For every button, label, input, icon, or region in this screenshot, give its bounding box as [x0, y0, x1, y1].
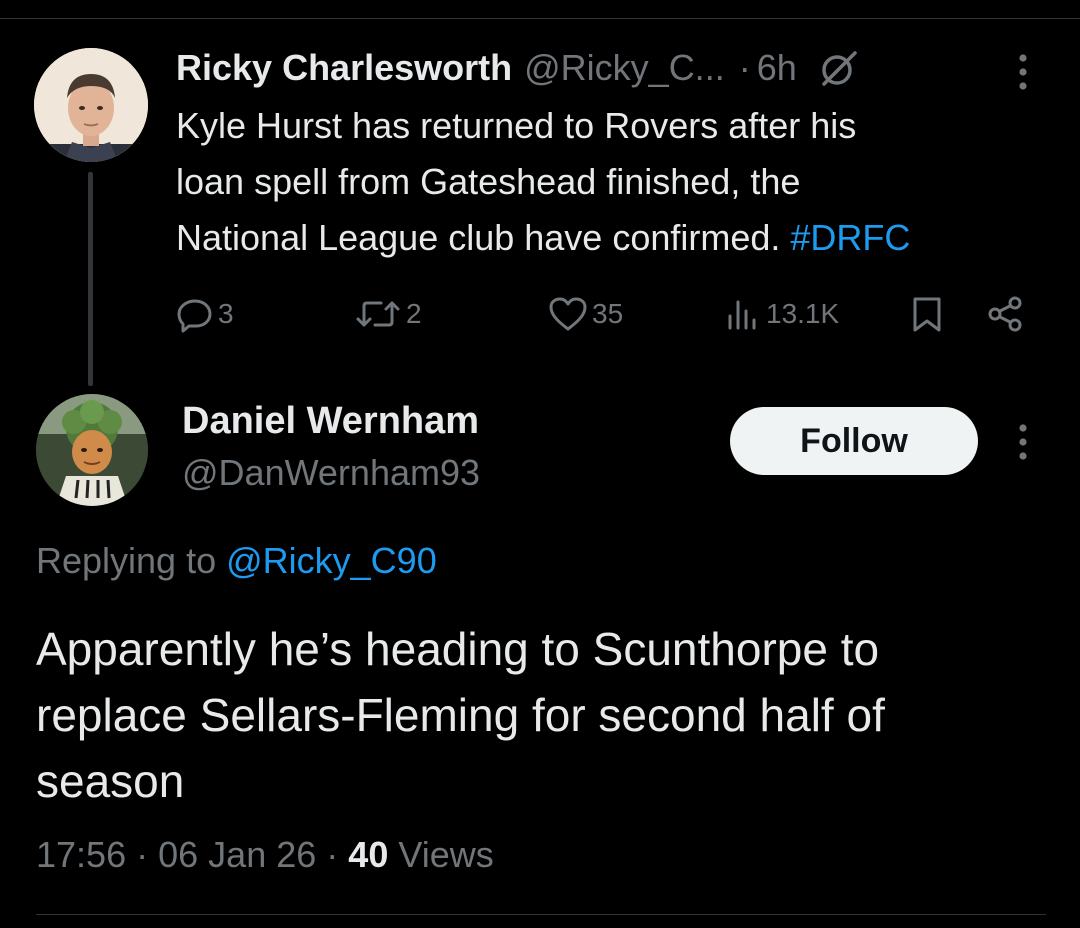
- parent-tweet[interactable]: Ricky Charlesworth @Ricky_C... · 6h Kyle…: [0, 0, 1080, 390]
- reply-button[interactable]: 3: [176, 286, 234, 342]
- bottom-divider: [36, 914, 1046, 915]
- separator-dot: ·: [136, 834, 149, 875]
- thread-line: [88, 172, 93, 386]
- views-count: 13.1K: [766, 298, 840, 329]
- avatar-photo: [36, 394, 148, 506]
- repost-icon: [356, 301, 400, 327]
- heart-icon: [549, 297, 587, 331]
- more-vertical-icon[interactable]: [1018, 422, 1028, 462]
- views-label: Views: [398, 834, 494, 875]
- replying-prefix: Replying to: [36, 540, 227, 581]
- reply-count: 3: [218, 298, 234, 329]
- mention-link[interactable]: @Ricky_C90: [226, 540, 437, 581]
- tweet-date[interactable]: 06 Jan 26: [158, 834, 316, 875]
- repost-button[interactable]: 2: [354, 286, 422, 342]
- hashtag-link[interactable]: #DRFC: [790, 217, 910, 258]
- more-vertical-icon[interactable]: [1018, 52, 1028, 92]
- like-count: 35: [592, 298, 624, 329]
- tweet-text-line: Apparently he’s heading to Scunthorpe to: [36, 623, 880, 675]
- tweet-actions: 3 2 35 13.1K: [176, 286, 1046, 342]
- share-button[interactable]: [986, 286, 1026, 342]
- author-handle[interactable]: @Ricky_C...: [524, 47, 725, 89]
- repost-count: 2: [406, 298, 422, 329]
- separator-dot: ·: [738, 47, 751, 88]
- tweet-text-line: replace Sellars-Fleming for second half …: [36, 689, 885, 741]
- avatar[interactable]: [36, 394, 148, 506]
- tweet-text: Apparently he’s heading to Scunthorpe to…: [36, 616, 1046, 814]
- author-handle[interactable]: @DanWernham93: [182, 452, 480, 494]
- tweet-text-segment: National League club have confirmed.: [176, 217, 791, 258]
- separator-dot: ·: [326, 834, 339, 875]
- author-name[interactable]: Ricky Charlesworth: [176, 47, 512, 89]
- follow-button[interactable]: Follow: [730, 407, 978, 475]
- bookmark-button[interactable]: [910, 286, 944, 342]
- views-count: 40: [348, 834, 389, 875]
- avatar-photo: [34, 48, 148, 162]
- share-icon: [988, 296, 1022, 332]
- bookmark-icon: [913, 297, 941, 332]
- tweet-meta: 17:56 · 06 Jan 26 · 40 Views: [36, 834, 494, 876]
- tweet-text: Kyle Hurst has returned to Rovers after …: [176, 98, 1056, 266]
- views-button[interactable]: 13.1K: [724, 286, 839, 342]
- tweet-text-line: Kyle Hurst has returned to Rovers after …: [176, 105, 857, 146]
- analytics-icon: [728, 300, 756, 330]
- tweet-text-line: season: [36, 755, 185, 807]
- avatar[interactable]: [34, 48, 148, 162]
- reply-icon: [177, 299, 212, 333]
- grok-icon[interactable]: [819, 48, 859, 88]
- author-name[interactable]: Daniel Wernham: [182, 400, 479, 443]
- tweet-header: Ricky Charlesworth @Ricky_C... · 6h: [176, 44, 859, 92]
- replying-to: Replying to @Ricky_C90: [36, 540, 437, 582]
- tweet-time[interactable]: 17:56: [36, 834, 126, 875]
- like-button[interactable]: 35: [548, 286, 623, 342]
- tweet-text-line: National League club have confirmed. #DR…: [176, 210, 1056, 266]
- tweet-text-line: loan spell from Gateshead finished, the: [176, 161, 801, 202]
- tweet-time[interactable]: 6h: [757, 47, 797, 89]
